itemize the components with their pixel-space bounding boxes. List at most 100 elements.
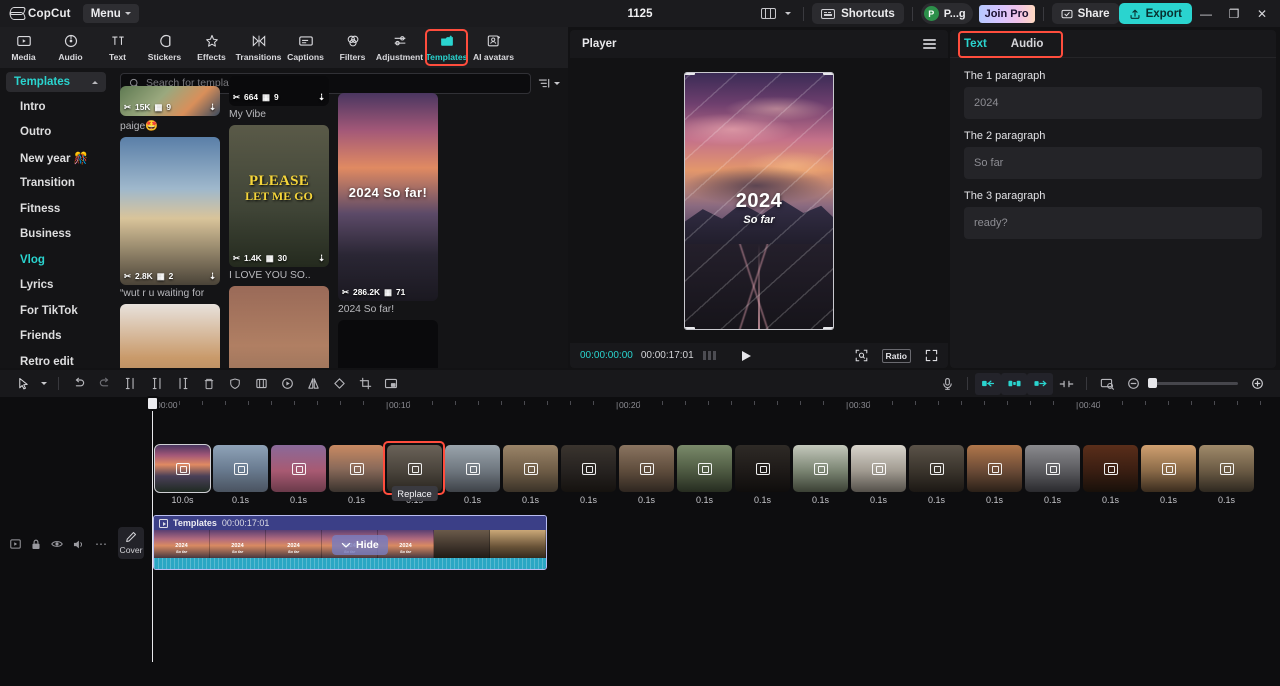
video-preview[interactable]: 2024 So far [684, 71, 834, 330]
sidebar-item-new-year[interactable]: New year 🎊 [0, 145, 112, 171]
eye-icon[interactable] [51, 539, 63, 549]
tool-adjustment[interactable]: Adjustment [376, 27, 423, 68]
timeline-clip-highlighted[interactable]: 0.1s Replace [383, 441, 445, 505]
tool-templates[interactable]: Templates [423, 27, 470, 68]
speaker-icon[interactable] [73, 539, 85, 550]
zoom-slider-knob[interactable] [1148, 378, 1157, 389]
template-card[interactable]: ✂ 664 ▦ 9 ⇣ My Vibe [229, 76, 329, 120]
resize-handle-top-left[interactable] [685, 72, 695, 75]
tool-transitions[interactable]: Transitions [235, 27, 282, 68]
maximize-button[interactable]: ❐ [1220, 0, 1248, 27]
play-button[interactable] [742, 350, 752, 361]
sidebar-item-fitness[interactable]: Fitness [0, 196, 112, 222]
template-card[interactable] [338, 320, 438, 368]
more-icon[interactable]: ⋯ [95, 537, 108, 551]
fullscreen-icon[interactable] [925, 349, 938, 362]
auto-cut-button[interactable] [975, 372, 1001, 395]
timeline-clip[interactable]: 0.1s [213, 445, 268, 505]
sidebar-item-transition[interactable]: Transition [0, 171, 112, 197]
lock-icon[interactable] [31, 539, 41, 550]
tab-text[interactable]: Text [964, 38, 987, 50]
rotate-button[interactable] [326, 373, 352, 395]
timeline-clip[interactable]: 0.1s [793, 445, 848, 505]
template-card[interactable]: 2024 So far! ✂ 286.2K ▦ 71 2024 So far! [338, 93, 438, 315]
player-menu-icon[interactable] [923, 38, 936, 50]
shield-button[interactable] [222, 373, 248, 395]
ratio-button[interactable]: Ratio [881, 348, 911, 363]
hide-button[interactable]: Hide [332, 535, 388, 555]
sidebar-item-lyrics[interactable]: Lyrics [0, 273, 112, 299]
zoom-slider[interactable] [1148, 378, 1238, 389]
timeline-clip[interactable]: 0.1s [619, 445, 674, 505]
link-button[interactable] [1053, 373, 1079, 395]
trim-left-button[interactable] [144, 373, 170, 395]
download-icon[interactable]: ⇣ [209, 102, 216, 112]
timeline-clip[interactable]: 0.1s [1025, 445, 1080, 505]
playhead-grip[interactable] [146, 396, 159, 411]
paragraph-2-input[interactable]: So far [964, 147, 1262, 179]
shortcuts-button[interactable]: Shortcuts [812, 3, 904, 24]
close-button[interactable]: ✕ [1248, 0, 1276, 27]
speed-button[interactable] [274, 373, 300, 395]
undo-button[interactable] [66, 373, 92, 395]
timeline-clip[interactable]: 0.1s [561, 445, 616, 505]
template-card[interactable]: PLEASE LET ME GO ✂ 1.4K ▦ 30 ⇣ I LOVE YO… [229, 125, 329, 281]
delete-button[interactable] [196, 373, 222, 395]
timeline-clip[interactable]: 0.1s [329, 445, 384, 505]
template-card[interactable]: ✂ 15K ▦ 9 ⇣ paige🤩 [120, 86, 220, 132]
fit-to-screen-icon[interactable] [855, 349, 868, 362]
timeline-clip[interactable]: 0.1s [1083, 445, 1138, 505]
tool-filters[interactable]: Filters [329, 27, 376, 68]
clip-icon[interactable] [10, 539, 21, 549]
crop-button[interactable] [352, 373, 378, 395]
timeline-clip[interactable]: 0.1s [271, 445, 326, 505]
sidebar-item-vlog[interactable]: Vlog [0, 247, 112, 273]
timeline-clip[interactable]: 0.1s [1141, 445, 1196, 505]
timeline-clip[interactable]: 0.1s [735, 445, 790, 505]
tool-captions[interactable]: Captions [282, 27, 329, 68]
timeline-clip[interactable]: 0.1s [909, 445, 964, 505]
timeline-clip[interactable]: 0.1s [967, 445, 1022, 505]
trim-right-button[interactable] [170, 373, 196, 395]
split-button[interactable] [118, 373, 144, 395]
cut-out-button[interactable] [1027, 372, 1053, 395]
tool-ai-avatars[interactable]: AI avatars [470, 27, 517, 68]
zoom-out-button[interactable] [1120, 373, 1146, 395]
sidebar-item-for-tiktok[interactable]: For TikTok [0, 298, 112, 324]
tool-audio[interactable]: Audio [47, 27, 94, 68]
tool-text[interactable]: Text [94, 27, 141, 68]
zoom-in-button[interactable] [1244, 373, 1270, 395]
timeline-clip[interactable]: 0.1s [503, 445, 558, 505]
category-header-templates[interactable]: Templates [6, 72, 106, 92]
select-tool-dropdown[interactable] [36, 373, 51, 395]
playhead[interactable] [146, 396, 159, 662]
share-button[interactable]: Share [1051, 3, 1119, 24]
timeline-ruler[interactable]: 00:00 | 00:10 | 00:20 | 00:30 | 00:40 [152, 397, 1280, 417]
layout-button[interactable] [755, 3, 781, 25]
tool-stickers[interactable]: Stickers [141, 27, 188, 68]
minimize-button[interactable]: — [1192, 0, 1220, 27]
tool-effects[interactable]: Effects [188, 27, 235, 68]
template-track[interactable]: Templates 00:00:17:01 2024 So far 2024 So … [153, 515, 547, 570]
timeline-clip[interactable]: 0.1s [677, 445, 732, 505]
timeline-clip[interactable]: 0.1s [851, 445, 906, 505]
sidebar-item-outro[interactable]: Outro [0, 120, 112, 146]
timeline-clip[interactable]: 10.0s [154, 444, 211, 505]
mirror-button[interactable] [300, 373, 326, 395]
select-tool-button[interactable] [10, 373, 36, 395]
picture-in-picture-button[interactable] [378, 373, 404, 395]
template-card[interactable]: ✂ 2.8K ▦ 2 ⇣ “wut r u waiting for [120, 137, 220, 299]
resize-handle-bottom-right[interactable] [823, 326, 833, 329]
download-icon[interactable]: ⇣ [318, 92, 325, 102]
account-button[interactable]: P P...g [920, 3, 973, 24]
export-button[interactable]: Export [1118, 3, 1192, 24]
sidebar-item-friends[interactable]: Friends [0, 324, 112, 350]
resize-handle-bottom-left[interactable] [685, 326, 695, 329]
sidebar-item-intro[interactable]: Intro [0, 94, 112, 120]
download-icon[interactable]: ⇣ [318, 253, 325, 263]
download-icon[interactable]: ⇣ [209, 271, 216, 281]
resize-handle-top-right[interactable] [823, 72, 833, 75]
paragraph-3-input[interactable]: ready? [964, 207, 1262, 239]
freeze-button[interactable] [248, 373, 274, 395]
redo-button[interactable] [92, 373, 118, 395]
